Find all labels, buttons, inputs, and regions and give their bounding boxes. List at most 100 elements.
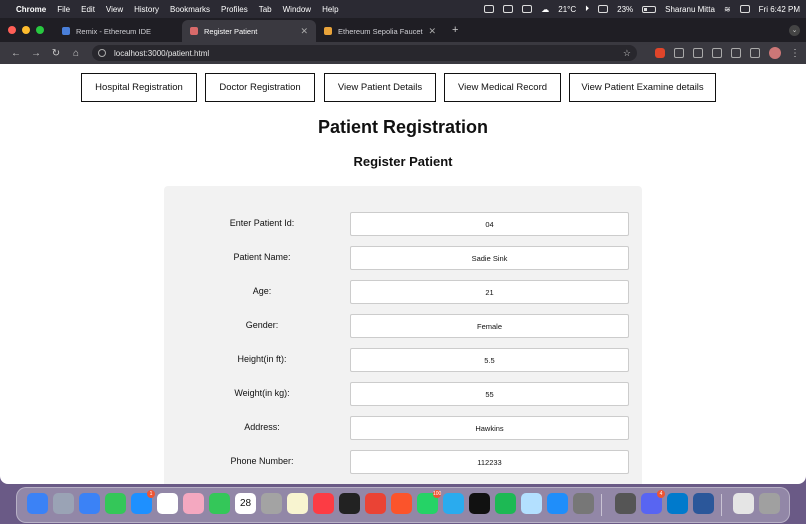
close-tab-icon[interactable]: ✕ xyxy=(428,26,436,37)
form-row-phone: Phone Number: xyxy=(164,450,642,474)
tab-sepolia-faucet[interactable]: Ethereum Sepolia Faucet ✕ xyxy=(316,20,444,42)
close-tab-icon[interactable]: ✕ xyxy=(300,26,308,37)
menu-tab[interactable]: Tab xyxy=(259,5,272,14)
status-area: ☁ 21°C ⏵ 23% Sharanu Mitta ≋ Fri 6:42 PM xyxy=(484,4,800,14)
facetime-icon[interactable] xyxy=(209,493,230,514)
toolbar-extensions: ⋮ xyxy=(655,47,800,59)
battery-percent[interactable]: 23% xyxy=(617,5,633,14)
age-input[interactable] xyxy=(350,280,629,304)
dock-separator xyxy=(721,494,722,516)
forward-icon[interactable]: → xyxy=(26,48,46,59)
tab-remix[interactable]: Remix - Ethereum IDE xyxy=(54,20,182,42)
menu-profiles[interactable]: Profiles xyxy=(221,5,248,14)
qr-code-icon[interactable] xyxy=(731,48,741,58)
dock-separator xyxy=(601,494,602,516)
patient-id-input[interactable] xyxy=(350,212,629,236)
address-bar[interactable]: localhost:3000/patient.html ☆ xyxy=(92,45,637,61)
menu-window[interactable]: Window xyxy=(283,5,311,14)
patient-name-input[interactable] xyxy=(350,246,629,270)
minimize-window-button[interactable] xyxy=(22,26,30,34)
notes-icon[interactable] xyxy=(287,493,308,514)
form-row-age: Age: xyxy=(164,280,642,304)
photos-icon[interactable] xyxy=(183,493,204,514)
discord-badge: 4 xyxy=(657,490,665,498)
play-icon[interactable]: ⏵ xyxy=(585,4,589,14)
spotify-icon[interactable] xyxy=(495,493,516,514)
view-patient-details-button[interactable]: View Patient Details xyxy=(324,73,436,102)
telegram-icon[interactable] xyxy=(443,493,464,514)
weather-icon[interactable]: ☁ xyxy=(541,5,549,14)
weight-input[interactable] xyxy=(350,382,629,406)
menu-bookmarks[interactable]: Bookmarks xyxy=(170,5,210,14)
phone-number-label: Phone Number: xyxy=(230,456,294,466)
menu-app-name[interactable]: Chrome xyxy=(16,5,46,14)
metamask-extension-icon[interactable] xyxy=(655,48,665,58)
back-icon[interactable]: ← xyxy=(6,48,26,59)
password-key-icon[interactable] xyxy=(712,48,722,58)
system-settings-icon[interactable] xyxy=(573,493,594,514)
phone-number-input[interactable] xyxy=(350,450,629,474)
maps-icon[interactable] xyxy=(157,493,178,514)
form-row-weight: Weight(in kg): xyxy=(164,382,642,406)
reload-icon[interactable]: ↻ xyxy=(46,48,66,59)
airpods-icon[interactable] xyxy=(522,5,533,13)
contacts-icon[interactable] xyxy=(261,493,282,514)
battery-icon[interactable] xyxy=(642,5,657,13)
safari-icon[interactable] xyxy=(79,493,100,514)
app-icon[interactable] xyxy=(615,493,636,514)
menu-edit[interactable]: Edit xyxy=(81,5,95,14)
menu-view[interactable]: View xyxy=(106,5,123,14)
menu-file[interactable]: File xyxy=(57,5,70,14)
macos-menubar: Chrome File Edit View History Bookmarks … xyxy=(0,0,806,18)
screen-icon[interactable] xyxy=(598,5,609,13)
weather-temp[interactable]: 21°C xyxy=(558,5,576,14)
maximize-window-button[interactable] xyxy=(36,26,44,34)
profile-avatar[interactable] xyxy=(769,47,781,59)
doctor-registration-button[interactable]: Doctor Registration xyxy=(205,73,315,102)
document-icon[interactable] xyxy=(733,493,754,514)
site-info-icon[interactable] xyxy=(98,49,106,57)
trash-icon[interactable] xyxy=(759,493,780,514)
gender-input[interactable] xyxy=(350,314,629,338)
more-menu-icon[interactable]: ⋮ xyxy=(790,48,800,59)
extensions-puzzle-icon[interactable] xyxy=(674,48,684,58)
chrome-icon[interactable] xyxy=(365,493,386,514)
music-icon[interactable] xyxy=(313,493,334,514)
chatgpt-app-icon[interactable] xyxy=(469,493,490,514)
new-tab-icon[interactable]: + xyxy=(444,24,466,42)
apple-tv-icon[interactable] xyxy=(339,493,360,514)
word-icon[interactable] xyxy=(693,493,714,514)
app-store-icon[interactable] xyxy=(547,493,568,514)
menu-help[interactable]: Help xyxy=(322,5,338,14)
messages-icon[interactable] xyxy=(105,493,126,514)
datetime[interactable]: Fri 6:42 PM xyxy=(759,5,800,14)
calendar-icon[interactable]: 28 xyxy=(235,493,256,514)
launchpad-icon[interactable] xyxy=(53,493,74,514)
menu-history[interactable]: History xyxy=(134,5,159,14)
control-center-icon[interactable] xyxy=(739,5,750,13)
wifi-icon[interactable]: ≋ xyxy=(724,5,731,14)
side-panel-icon[interactable] xyxy=(750,48,760,58)
view-patient-examine-button[interactable]: View Patient Examine details xyxy=(569,73,716,102)
mail-icon[interactable]: 1 xyxy=(131,490,155,514)
grammarly-icon[interactable] xyxy=(503,5,514,13)
view-medical-record-button[interactable]: View Medical Record xyxy=(444,73,561,102)
discord-icon[interactable]: 4 xyxy=(641,490,665,514)
brave-icon[interactable] xyxy=(391,493,412,514)
home-icon[interactable]: ⌂ xyxy=(66,48,86,59)
tab-search-icon[interactable]: ⌄ xyxy=(789,25,800,36)
close-window-button[interactable] xyxy=(8,26,16,34)
user-name[interactable]: Sharanu Mitta xyxy=(665,5,715,14)
tab-register-patient[interactable]: Register Patient ✕ xyxy=(182,20,316,42)
finder-icon[interactable] xyxy=(27,493,48,514)
whatsapp-icon[interactable]: 100 xyxy=(417,490,441,514)
chatgpt-icon[interactable] xyxy=(484,5,495,13)
vscode-icon[interactable] xyxy=(667,493,688,514)
bookmark-star-icon[interactable]: ☆ xyxy=(623,48,631,59)
address-input[interactable] xyxy=(350,416,629,440)
incognito-icon[interactable] xyxy=(693,48,703,58)
url-text[interactable]: localhost:3000/patient.html xyxy=(114,49,623,58)
freeform-icon[interactable] xyxy=(521,493,542,514)
hospital-registration-button[interactable]: Hospital Registration xyxy=(81,73,197,102)
height-input[interactable] xyxy=(350,348,629,372)
